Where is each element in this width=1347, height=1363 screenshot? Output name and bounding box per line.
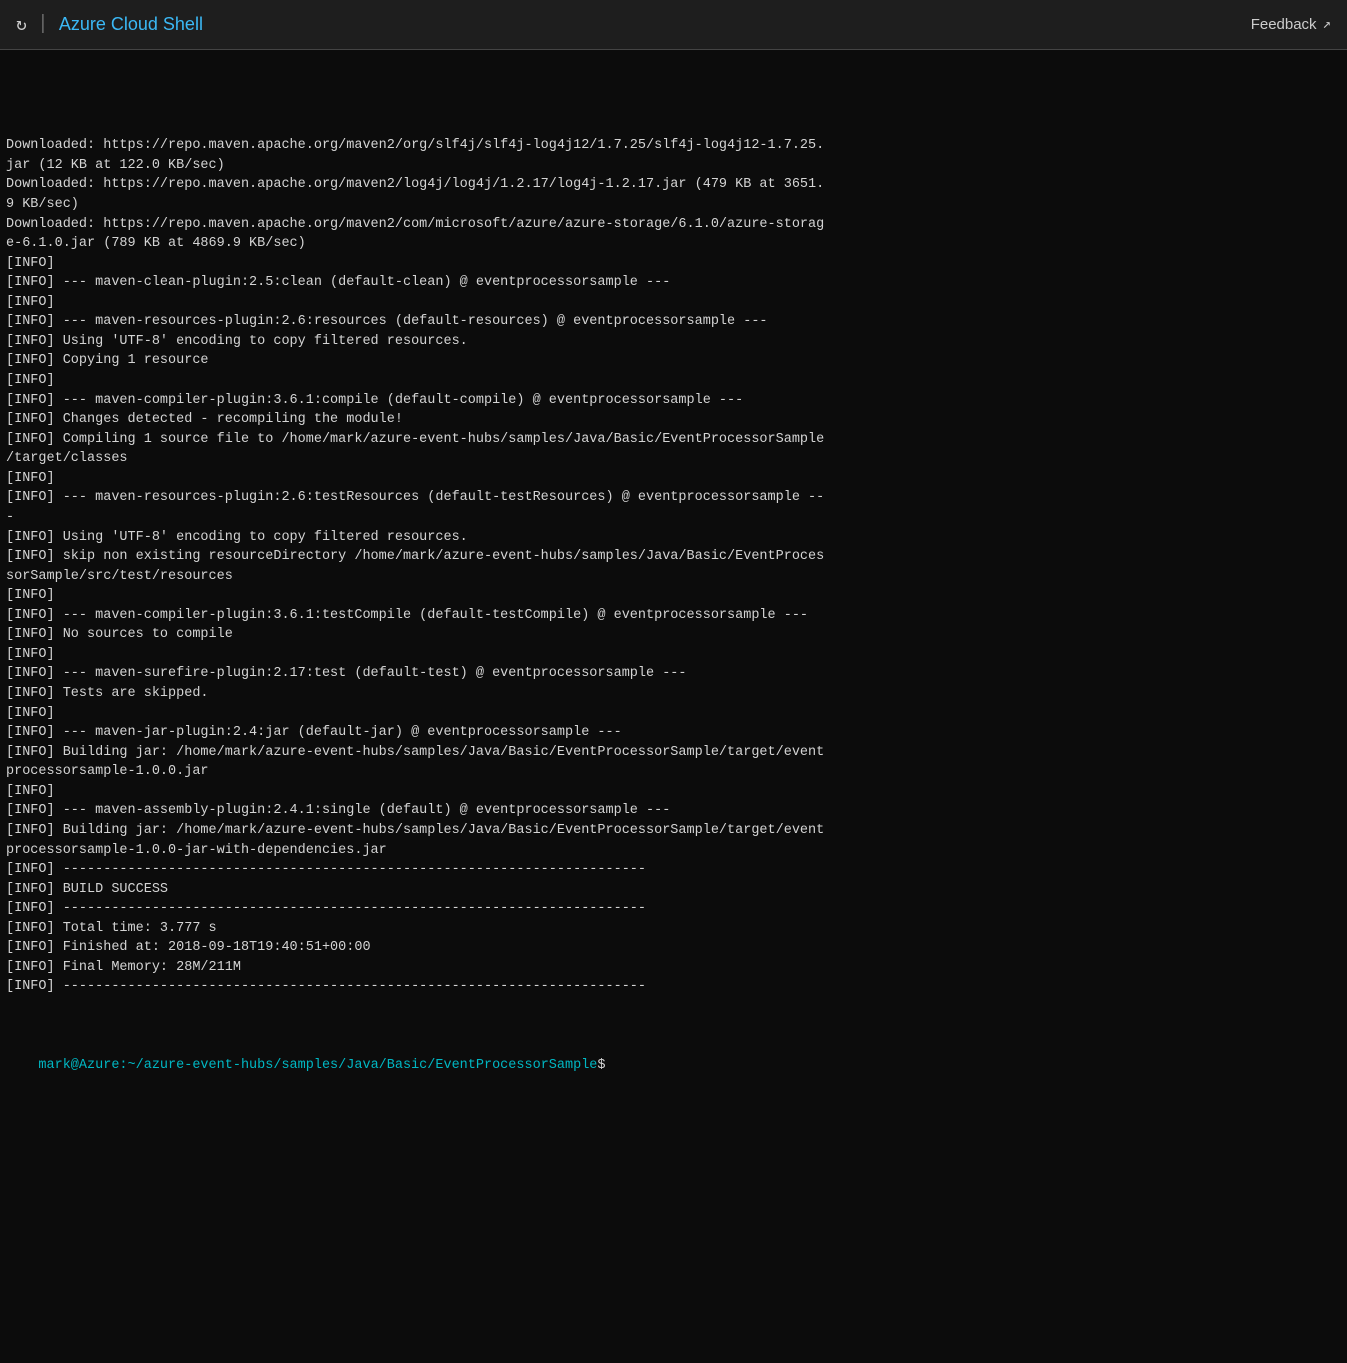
terminal-line: [INFO] BUILD SUCCESS [6,880,1341,900]
terminal-line: [INFO] ---------------------------------… [6,977,1341,997]
terminal-line: [INFO] Using 'UTF-8' encoding to copy fi… [6,528,1341,548]
terminal-line: [INFO] Final Memory: 28M/211M [6,958,1341,978]
terminal-line: jar (12 KB at 122.0 KB/sec) [6,156,1341,176]
terminal-line: [INFO] --- maven-compiler-plugin:3.6.1:t… [6,606,1341,626]
prompt-user: mark@Azure [38,1058,119,1073]
terminal-line: [INFO] Copying 1 resource [6,351,1341,371]
external-link-icon: ↗ [1323,16,1331,33]
terminal-line: [INFO] [6,782,1341,802]
terminal-line: [INFO] Tests are skipped. [6,684,1341,704]
terminal-line: [INFO] Changes detected - recompiling th… [6,410,1341,430]
terminal-line: [INFO] --- maven-resources-plugin:2.6:re… [6,312,1341,332]
terminal[interactable]: Downloaded: https://repo.maven.apache.or… [0,50,1347,1363]
terminal-line: Downloaded: https://repo.maven.apache.or… [6,215,1341,235]
terminal-line: [INFO] [6,371,1341,391]
terminal-line: - [6,508,1341,528]
prompt-dollar: $ [597,1058,605,1073]
terminal-line: [INFO] Finished at: 2018-09-18T19:40:51+… [6,938,1341,958]
app-title: Azure Cloud Shell [59,14,203,35]
terminal-line: Downloaded: https://repo.maven.apache.or… [6,136,1341,156]
terminal-line: processorsample-1.0.0-jar-with-dependenc… [6,841,1341,861]
refresh-icon[interactable]: ↻ [16,14,27,36]
terminal-line: [INFO] [6,704,1341,724]
divider: | [37,13,49,36]
terminal-line: sorSample/src/test/resources [6,567,1341,587]
titlebar-left: ↻ | Azure Cloud Shell [16,13,203,36]
terminal-line: [INFO] [6,586,1341,606]
terminal-line: 9 KB/sec) [6,195,1341,215]
prompt-line: mark@Azure:~/azure-event-hubs/samples/Ja… [6,1036,1341,1095]
terminal-line: [INFO] [6,645,1341,665]
terminal-line: Downloaded: https://repo.maven.apache.or… [6,175,1341,195]
terminal-line: [INFO] --- maven-clean-plugin:2.5:clean … [6,273,1341,293]
feedback-button[interactable]: Feedback ↗ [1251,16,1331,33]
terminal-line: [INFO] --- maven-assembly-plugin:2.4.1:s… [6,801,1341,821]
terminal-line: [INFO] skip non existing resourceDirecto… [6,547,1341,567]
terminal-line: /target/classes [6,449,1341,469]
terminal-line: [INFO] [6,469,1341,489]
terminal-line: [INFO] Total time: 3.777 s [6,919,1341,939]
titlebar: ↻ | Azure Cloud Shell Feedback ↗ [0,0,1347,50]
terminal-content: Downloaded: https://repo.maven.apache.or… [6,97,1341,997]
feedback-label: Feedback [1251,16,1317,33]
terminal-line: [INFO] Building jar: /home/mark/azure-ev… [6,743,1341,763]
terminal-line: [INFO] No sources to compile [6,625,1341,645]
terminal-line: [INFO] --- maven-jar-plugin:2.4:jar (def… [6,723,1341,743]
terminal-line: [INFO] ---------------------------------… [6,860,1341,880]
terminal-line: [INFO] [6,254,1341,274]
terminal-line: processorsample-1.0.0.jar [6,762,1341,782]
terminal-line: [INFO] [6,293,1341,313]
prompt-path: :~/azure-event-hubs/samples/Java/Basic/E… [119,1058,597,1073]
terminal-line: e-6.1.0.jar (789 KB at 4869.9 KB/sec) [6,234,1341,254]
terminal-line: [INFO] ---------------------------------… [6,899,1341,919]
terminal-line: [INFO] --- maven-compiler-plugin:3.6.1:c… [6,391,1341,411]
terminal-line: [INFO] Compiling 1 source file to /home/… [6,430,1341,450]
terminal-line: [INFO] --- maven-surefire-plugin:2.17:te… [6,664,1341,684]
terminal-line: [INFO] --- maven-resources-plugin:2.6:te… [6,488,1341,508]
terminal-line: [INFO] Using 'UTF-8' encoding to copy fi… [6,332,1341,352]
terminal-line: [INFO] Building jar: /home/mark/azure-ev… [6,821,1341,841]
